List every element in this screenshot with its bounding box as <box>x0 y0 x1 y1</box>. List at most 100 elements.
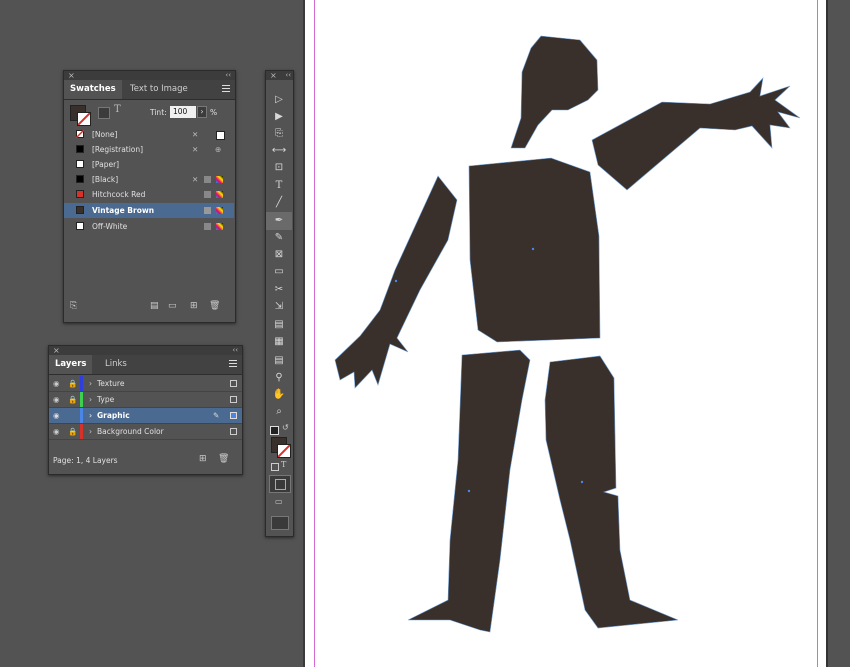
expand-icon[interactable]: › <box>89 376 92 391</box>
visibility-eye-icon[interactable]: ◉ <box>53 408 60 423</box>
hand-tool-icon[interactable]: ✋ <box>266 386 292 404</box>
swatch-label: [Registration] <box>92 145 144 154</box>
eyedropper-tool-icon[interactable]: ⚲ <box>266 369 292 387</box>
swatch-row-off-white[interactable]: Off-White <box>64 219 234 234</box>
swatch-row-registration[interactable]: [Registration] ✕ ⊕ <box>64 142 234 157</box>
selection-box-icon[interactable] <box>230 428 237 435</box>
new-layer-icon[interactable]: ⊞ <box>199 454 207 464</box>
lock-icon[interactable]: 🔒 <box>68 376 77 391</box>
figure-right-arm[interactable] <box>591 77 801 191</box>
process-icon <box>204 191 211 198</box>
expand-icon[interactable]: › <box>89 392 92 407</box>
lock-icon[interactable]: 🔒 <box>68 392 77 407</box>
direct-selection-tool-icon[interactable]: ▶ <box>266 108 292 126</box>
formatting-container-icon[interactable] <box>271 463 279 471</box>
new-swatch-icon[interactable]: ⊞ <box>190 301 198 311</box>
collapse-icon[interactable]: ‹‹ <box>285 71 291 80</box>
swatches-panel[interactable]: × ‹‹ Swatches Text to Image T Tint: 100 … <box>63 70 236 323</box>
figure-torso[interactable] <box>468 157 601 343</box>
panel-grip[interactable]: × ‹‹ <box>64 71 235 80</box>
swatch-row-vintage-brown[interactable]: Vintage Brown <box>64 203 234 218</box>
gradient-feather-tool-icon[interactable]: ▦ <box>266 333 292 351</box>
normal-view-mode-icon[interactable] <box>269 475 291 493</box>
layer-name: Type <box>97 395 115 404</box>
pencil-tool-icon[interactable]: ✎ <box>266 229 292 247</box>
lock-icon[interactable]: 🔒 <box>68 424 77 439</box>
tab-swatches[interactable]: Swatches <box>64 80 122 99</box>
anchor-point[interactable] <box>531 247 535 251</box>
layer-row-type[interactable]: ◉ 🔒 › Type <box>49 392 242 408</box>
gradient-swatch-tool-icon[interactable]: ▤ <box>266 316 292 334</box>
layers-panel[interactable]: × ‹‹ Layers Links ◉ 🔒 › Texture ◉ 🔒 › Ty… <box>48 345 243 475</box>
type-tool-icon[interactable]: T <box>266 177 292 195</box>
show-swatch-kinds-icon[interactable]: ⎘ <box>70 301 77 311</box>
expand-icon[interactable]: › <box>89 424 92 439</box>
panel-menu-icon[interactable] <box>222 85 230 93</box>
anchor-point[interactable] <box>467 489 471 493</box>
tint-input[interactable]: 100 <box>170 106 196 118</box>
stroke-swatch[interactable] <box>77 112 91 126</box>
note-tool-icon[interactable]: ▤ <box>266 352 292 370</box>
figure-right-leg[interactable] <box>544 355 679 629</box>
zoom-tool-icon[interactable]: ⌕ <box>266 403 292 421</box>
tab-layers[interactable]: Layers <box>49 355 93 374</box>
close-icon[interactable]: × <box>270 71 277 80</box>
delete-layer-icon[interactable]: 🗑 <box>218 454 229 464</box>
cmyk-icon <box>216 223 223 230</box>
screen-mode-icon[interactable] <box>271 516 289 530</box>
layer-row-background-color[interactable]: ◉ 🔒 › Background Color <box>49 424 242 440</box>
swatch-row-hitchcock-red[interactable]: Hitchcock Red <box>64 187 234 202</box>
expand-icon[interactable]: › <box>89 408 92 423</box>
layer-name: Graphic <box>97 411 130 420</box>
tab-text-to-image[interactable]: Text to Image <box>124 80 194 99</box>
selection-tool-icon[interactable]: ▷ <box>266 91 292 109</box>
visibility-eye-icon[interactable]: ◉ <box>53 392 60 407</box>
collapse-icon[interactable]: ‹‹ <box>232 346 238 355</box>
process-icon <box>204 223 211 230</box>
apply-color-icon[interactable]: ▭ <box>275 497 283 506</box>
figure-head[interactable] <box>510 35 599 149</box>
pen-tool-icon[interactable]: ✒ <box>266 212 292 230</box>
rectangle-tool-icon[interactable]: ▭ <box>266 263 292 281</box>
default-colors-icon[interactable] <box>270 426 279 435</box>
scissors-tool-icon[interactable]: ✂ <box>266 281 292 299</box>
panel-menu-icon[interactable] <box>229 360 237 368</box>
swatch-row-paper[interactable]: [Paper] <box>64 157 234 172</box>
anchor-point[interactable] <box>394 279 398 283</box>
swatch-row-none[interactable]: [None] ✕ <box>64 127 234 142</box>
tools-panel[interactable]: × ‹‹ ▷ ▶ ⎘ ⟷ ⊡ T ╱ ✒ ✎ ⊠ ▭ ✂ ⇲ ▤ ▦ ▤ ⚲ ✋… <box>265 70 294 537</box>
collapse-icon[interactable]: ‹‹ <box>225 71 231 80</box>
swatch-chip <box>76 206 84 214</box>
swatch-label: Vintage Brown <box>92 206 155 215</box>
page-tool-icon[interactable]: ⎘ <box>266 125 292 143</box>
rectangle-frame-tool-icon[interactable]: ⊠ <box>266 246 292 264</box>
formatting-text-icon[interactable]: T <box>281 460 286 469</box>
formatting-text-icon[interactable]: T <box>114 104 121 115</box>
stroke-color-swatch[interactable] <box>277 444 291 458</box>
visibility-eye-icon[interactable]: ◉ <box>53 376 60 391</box>
new-group-icon[interactable]: ▭ <box>168 301 177 311</box>
layer-row-graphic[interactable]: ◉ › Graphic ✎ <box>49 408 242 424</box>
swap-colors-icon[interactable]: ↺ <box>282 423 289 432</box>
visibility-eye-icon[interactable]: ◉ <box>53 424 60 439</box>
selection-box-icon[interactable] <box>230 380 237 387</box>
close-icon[interactable]: × <box>68 71 75 80</box>
swatch-row-black[interactable]: [Black] ✕ <box>64 172 234 187</box>
selection-box-icon[interactable] <box>230 396 237 403</box>
layer-color-bar <box>80 376 83 391</box>
gap-tool-icon[interactable]: ⟷ <box>266 142 292 160</box>
line-tool-icon[interactable]: ╱ <box>266 194 292 212</box>
close-icon[interactable]: × <box>53 346 60 355</box>
formatting-container-icon[interactable] <box>98 107 110 119</box>
tint-stepper[interactable]: › <box>197 106 207 118</box>
panel-grip[interactable]: × ‹‹ <box>266 71 293 80</box>
content-collector-tool-icon[interactable]: ⊡ <box>266 159 292 177</box>
tab-links[interactable]: Links <box>99 355 133 374</box>
anchor-point[interactable] <box>580 480 584 484</box>
panel-grip[interactable]: × ‹‹ <box>49 346 242 355</box>
cc-library-icon[interactable]: ▤ <box>150 301 159 311</box>
layer-row-texture[interactable]: ◉ 🔒 › Texture <box>49 376 242 392</box>
free-transform-tool-icon[interactable]: ⇲ <box>266 298 292 316</box>
selection-box-icon[interactable] <box>230 412 237 419</box>
delete-swatch-icon[interactable]: 🗑 <box>209 301 220 311</box>
